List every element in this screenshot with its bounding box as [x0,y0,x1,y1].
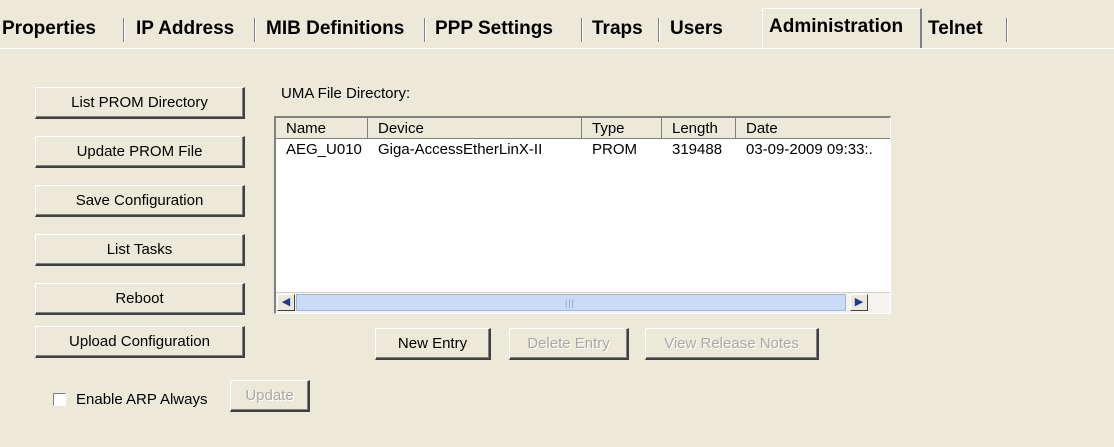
tab-ppp-settings[interactable]: PPP Settings [435,14,583,44]
tab-users[interactable]: Users [670,14,750,44]
tab-administration[interactable]: Administration [762,8,922,48]
list-prom-directory-button[interactable]: List PROM Directory [35,87,245,119]
column-header-type[interactable]: Type [582,118,662,138]
scrollbar-thumb[interactable]: ||| [296,294,846,311]
view-release-notes-button[interactable]: View Release Notes [645,328,819,360]
tab-strip: Properties IP Address MIB Definitions PP… [0,0,1114,49]
cell-device: Giga-AccessEtherLinX-II [378,141,543,158]
tab-telnet[interactable]: Telnet [928,14,1008,44]
upload-configuration-button[interactable]: Upload Configuration [35,326,245,358]
tab-label: PPP Settings [435,18,553,39]
tab-label: IP Address [136,18,235,39]
delete-entry-button[interactable]: Delete Entry [509,328,629,360]
enable-arp-always-checkbox[interactable] [53,393,66,406]
tab-label: Administration [769,16,904,37]
tab-properties[interactable]: Properties [2,14,125,44]
table-row[interactable]: AEG_U010 Giga-AccessEtherLinX-II PROM 31… [276,140,890,160]
cell-type: PROM [592,141,637,158]
uma-file-directory-label: UMA File Directory: [281,85,411,102]
column-header-length[interactable]: Length [662,118,736,138]
arrow-right-icon[interactable]: ▶ [850,294,868,311]
new-entry-button[interactable]: New Entry [375,328,491,360]
cell-name: AEG_U010 [286,141,362,158]
cell-date: 03-09-2009 09:33:. [746,141,873,158]
tab-ip-address[interactable]: IP Address [136,14,256,44]
enable-arp-always-label: Enable ARP Always [76,391,208,408]
column-header-device[interactable]: Device [368,118,582,138]
cell-length: 319488 [672,141,723,158]
file-directory-list[interactable]: Name Device Type Length Date AEG_U010 Gi… [274,116,891,314]
tab-label: Properties [2,18,96,39]
tab-label: Users [670,18,723,39]
tab-traps[interactable]: Traps [592,14,660,44]
tab-label: Telnet [928,18,983,39]
horizontal-scrollbar[interactable]: ◀ ||| ▶ [276,292,890,313]
column-header-date[interactable]: Date [736,118,890,138]
tab-label: MIB Definitions [266,18,405,39]
update-prom-file-button[interactable]: Update PROM File [35,136,245,168]
update-button[interactable]: Update [230,380,310,412]
reboot-button[interactable]: Reboot [35,283,245,315]
tab-label: Traps [592,18,643,39]
list-header: Name Device Type Length Date [276,118,890,139]
arrow-left-icon[interactable]: ◀ [277,294,295,311]
save-configuration-button[interactable]: Save Configuration [35,185,245,217]
tab-mib-definitions[interactable]: MIB Definitions [266,14,426,44]
column-header-name[interactable]: Name [276,118,368,138]
list-tasks-button[interactable]: List Tasks [35,234,245,266]
